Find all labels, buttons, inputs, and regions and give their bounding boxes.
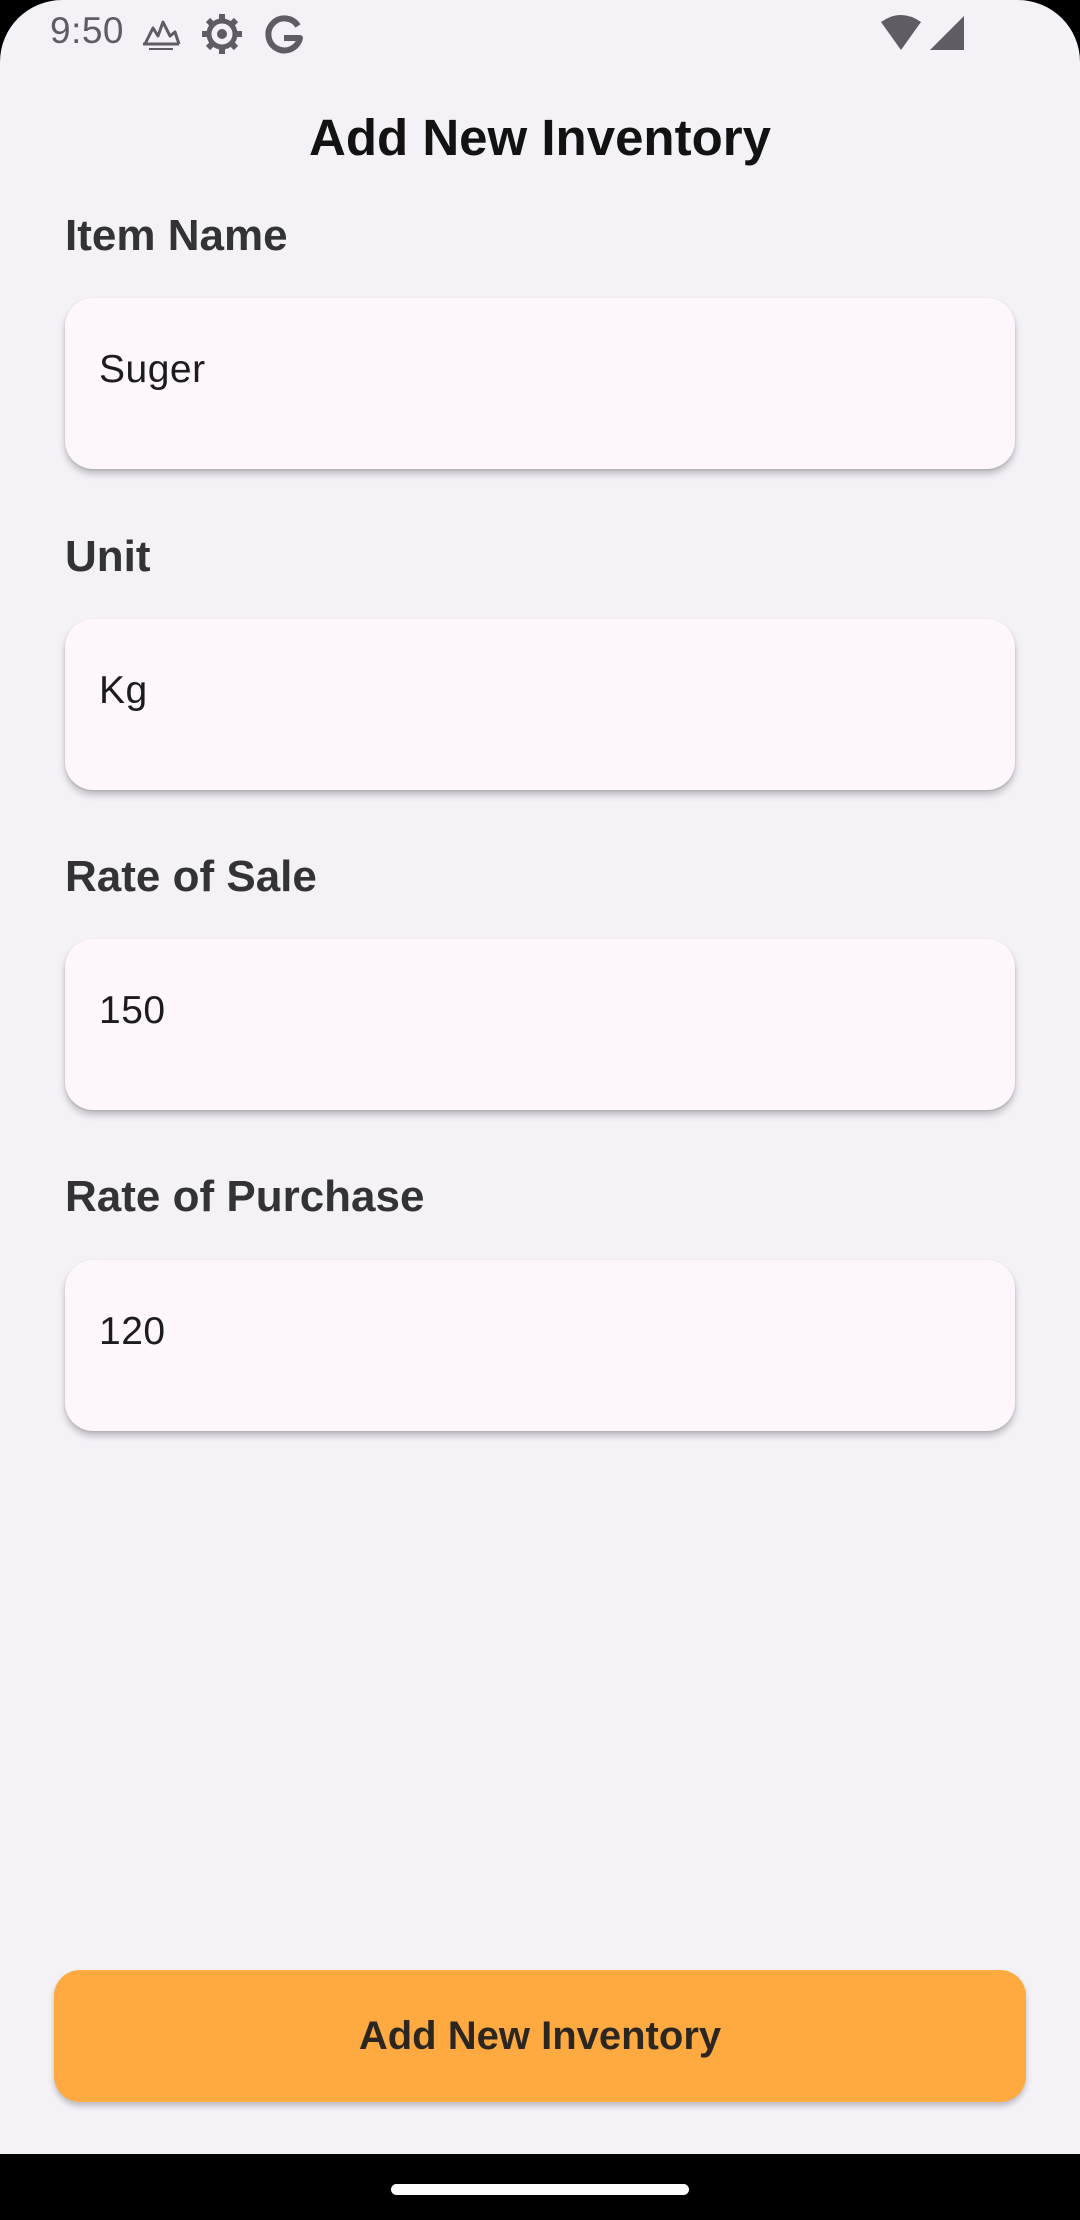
wifi-icon [879,14,923,52]
item-name-label: Item Name [65,211,288,260]
item-name-value: Suger [99,348,206,391]
rate-of-purchase-label: Rate of Purchase [65,1172,425,1221]
status-time: 9:50 [50,10,125,51]
add-new-inventory-button[interactable]: Add New Inventory [54,1970,1026,2102]
page-title: Add New Inventory [309,109,771,166]
unit-value: Kg [99,669,148,712]
cell-signal-icon [928,14,966,52]
status-bar: 9:50 [0,0,1080,66]
unit-field[interactable]: Kg [65,619,1015,790]
unit-label: Unit [65,532,151,581]
home-gesture-handle[interactable] [391,2184,689,2195]
item-name-field[interactable]: Suger [65,298,1015,469]
rate-of-purchase-value: 120 [99,1310,166,1353]
rate-of-sale-field[interactable]: 150 [65,939,1015,1110]
navigation-bar [0,2154,1080,2220]
google-g-icon [262,12,306,56]
app-screen: 9:50 Add New Inventory Item Name Suger U… [0,0,1080,2154]
add-new-inventory-button-label: Add New Inventory [358,2013,722,2058]
rate-of-sale-value: 150 [99,989,166,1032]
rate-of-purchase-field[interactable]: 120 [65,1260,1015,1431]
cloud-icon [139,14,183,54]
rate-of-sale-label: Rate of Sale [65,852,317,901]
settings-gear-icon [200,12,244,56]
